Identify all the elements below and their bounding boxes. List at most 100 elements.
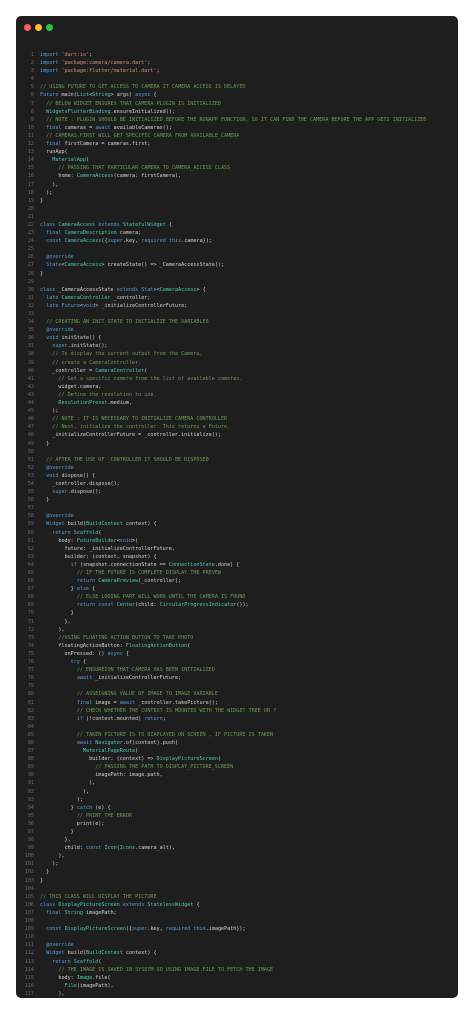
code-text[interactable]: Widget build(BuildContext context) { <box>40 949 156 957</box>
code-text[interactable]: // TAKEN PICTURE IS TO DIAPLAYED ON SCRE… <box>40 731 273 739</box>
code-text[interactable]: builder: (context) => DisplayPictureScre… <box>40 755 221 763</box>
code-text[interactable]: } else { <box>40 585 96 593</box>
code-text[interactable]: return Scaffold( <box>40 958 101 966</box>
code-text[interactable]: //USING FLOATING ACTION BUTTON TO TAKE P… <box>40 634 193 642</box>
code-text[interactable]: super.initState(); <box>40 342 107 350</box>
code-text[interactable]: final cameras = await availableCameras()… <box>40 124 172 132</box>
code-text[interactable]: ), <box>40 626 64 634</box>
code-text[interactable]: final CameraDescription camera; <box>40 229 141 237</box>
code-text[interactable]: // CHECK WHETHER THE CONTEXT IS MOUNTED … <box>40 707 276 715</box>
code-text[interactable]: class DisplayPictureScreen extends State… <box>40 901 200 909</box>
code-text[interactable]: } <box>40 609 74 617</box>
code-text[interactable]: ), <box>40 779 95 787</box>
code-text[interactable]: WidgetsFlutterBinding.ensureInitialized(… <box>40 108 175 116</box>
code-text[interactable]: class _CameraAccessState extends State<C… <box>40 286 206 294</box>
code-text[interactable]: ), <box>40 181 58 189</box>
code-text[interactable]: } <box>40 440 49 448</box>
code-text[interactable]: // CAMERAS.FIRST WILL GET SPECIFIC CAMER… <box>40 132 239 140</box>
code-text[interactable]: late CameraController _controller; <box>40 294 150 302</box>
code-text[interactable]: // To display the current output from th… <box>40 350 202 358</box>
code-text[interactable]: @override <box>40 941 74 949</box>
code-text[interactable]: // PASSING THE PATH TO DISPLAY_PICTURE_S… <box>40 763 233 771</box>
code-text[interactable]: // PASSING THAT PARTICULAR CAMERA TO CAM… <box>40 164 230 172</box>
code-text[interactable]: // NOTE : IT IS NECESSARY TO INITIALIZE … <box>40 415 227 423</box>
code-text[interactable]: // THE IMAGE IS SAVED IN SYSETM SO USING… <box>40 966 273 974</box>
code-text[interactable]: ), <box>40 852 64 860</box>
code-text[interactable]: ); <box>40 407 58 415</box>
code-text[interactable]: @override <box>40 464 74 472</box>
code-text[interactable]: @override <box>40 326 74 334</box>
code-text[interactable]: final firstCamera = cameras.first; <box>40 140 150 148</box>
code-text[interactable]: class CameraAccess extends StatefulWidge… <box>40 221 172 229</box>
code-text[interactable]: void dispose() { <box>40 472 95 480</box>
code-text[interactable]: return Scaffold( <box>40 529 101 537</box>
code-text[interactable]: body: FutureBuilder<void>( <box>40 537 138 545</box>
code-text[interactable]: @override <box>40 512 74 520</box>
code-text[interactable]: @override <box>40 253 74 261</box>
code-text[interactable]: const CameraAccess({super.key, required … <box>40 237 212 245</box>
code-text[interactable]: // ELSE LODING PART WILL WORK UNTIL THE … <box>40 593 246 601</box>
code-text[interactable]: home: CameraAccess(camera: firstCamera), <box>40 172 181 180</box>
code-text[interactable]: import 'dart:io'; <box>40 51 92 59</box>
code-text[interactable]: // Define the resolution to use. <box>40 391 156 399</box>
code-text[interactable]: } <box>40 496 49 504</box>
code-text[interactable]: runApp( <box>40 148 67 156</box>
code-text[interactable]: }, <box>40 836 71 844</box>
code-text[interactable]: body: Image.file( <box>40 974 110 982</box>
code-text[interactable]: child: const Icon(Icons.camera_alt), <box>40 844 175 852</box>
close-window-button[interactable] <box>24 24 31 31</box>
code-text[interactable]: // PRINT THE ERROR <box>40 812 132 820</box>
code-text[interactable]: } <box>40 197 43 205</box>
code-text[interactable]: widget.camera, <box>40 383 101 391</box>
code-text[interactable]: await Navigator.of(context).push( <box>40 739 178 747</box>
code-text[interactable]: } <box>40 877 43 885</box>
code-text[interactable]: import 'package:flutter/material.dart'; <box>40 67 160 75</box>
code-text[interactable]: onPressed: () async { <box>40 650 129 658</box>
code-text[interactable]: // NOTE : PLUGIN SHOULD BE INITIALIZED B… <box>40 116 426 124</box>
code-text[interactable]: // IF THE FUTURE IS COMPLETE DISPLAY THE… <box>40 569 221 577</box>
code-text[interactable]: return CameraPreview(_controller); <box>40 577 181 585</box>
code-text[interactable]: final String imagePath; <box>40 909 117 917</box>
code-text[interactable]: if (!context.mounted) return; <box>40 715 166 723</box>
code-text[interactable]: return const Center(child: CircularProgr… <box>40 601 249 609</box>
code-text[interactable]: // USING FUTURE TO GET ACCESS TO CAMERA … <box>40 83 245 91</box>
code-text[interactable]: State<CameraAccess> createState() => _Ca… <box>40 261 224 269</box>
code-text[interactable]: try { <box>40 658 86 666</box>
code-text[interactable]: // Get a specific camera from the list o… <box>40 375 242 383</box>
code-text[interactable]: // Next, initialize the controller. This… <box>40 423 230 431</box>
code-text[interactable]: } catch (e) { <box>40 804 111 812</box>
maximize-window-button[interactable] <box>46 24 53 31</box>
code-text[interactable]: } <box>40 828 74 836</box>
code-text[interactable]: _controller.dispose(); <box>40 480 119 488</box>
code-text[interactable]: // AFTER THE USE OF _CONTROLLER IT SHOUL… <box>40 456 209 464</box>
code-text[interactable]: // BELOW WIDGET ENSURES THAT CAMERA PLUG… <box>40 100 221 108</box>
code-text[interactable]: _initializeControllerFuture = _controlle… <box>40 431 221 439</box>
code-text[interactable]: // create a CameraController. <box>40 359 141 367</box>
code-text[interactable]: import 'package:camera/camera.dart'; <box>40 59 150 67</box>
code-text[interactable]: // ASSEIGNING VALUE OF IMAGE TO IMAGE VA… <box>40 690 218 698</box>
code-text[interactable]: future: _initializeControllerFuture, <box>40 545 175 553</box>
code-text[interactable]: ); <box>40 189 52 197</box>
code-text[interactable]: Widget build(BuildContext context) { <box>40 520 156 528</box>
code-text[interactable]: File(imagePath), <box>40 982 114 990</box>
code-text[interactable]: late Future<void> _initializeControllerF… <box>40 302 187 310</box>
code-text[interactable]: MaterialApp( <box>40 156 89 164</box>
code-text[interactable]: await _initializeControllerFuture; <box>40 674 181 682</box>
code-text[interactable]: builder: (context, snapshot) { <box>40 553 157 561</box>
code-text[interactable]: } <box>40 270 43 278</box>
code-text[interactable]: // CREATING AN INIT_STATE TO INITIALIZE … <box>40 318 209 326</box>
code-text[interactable]: imagePath: image.path, <box>40 771 162 779</box>
code-text[interactable]: // THIS CLASS WILL DISPLAY THE PICTURE <box>40 893 157 901</box>
minimize-window-button[interactable] <box>35 24 42 31</box>
code-text[interactable]: Future main(List<String> args) async { <box>40 91 157 99</box>
code-text[interactable]: ), <box>40 990 64 998</box>
code-text[interactable]: const DisplayPictureScreen({super.key, r… <box>40 925 245 933</box>
code-text[interactable]: void initState() { <box>40 334 101 342</box>
code-text[interactable]: ), <box>40 788 89 796</box>
code-text[interactable]: ); <box>40 860 58 868</box>
code-text[interactable]: // ENSUREION THAT CAMERA HAS BEEN INITIA… <box>40 666 215 674</box>
code-text[interactable]: _controller = CameraController( <box>40 367 147 375</box>
code-text[interactable]: MaterialPageRoute( <box>40 747 138 755</box>
code-text[interactable]: } <box>40 868 49 876</box>
code-text[interactable]: print(e); <box>40 820 105 828</box>
